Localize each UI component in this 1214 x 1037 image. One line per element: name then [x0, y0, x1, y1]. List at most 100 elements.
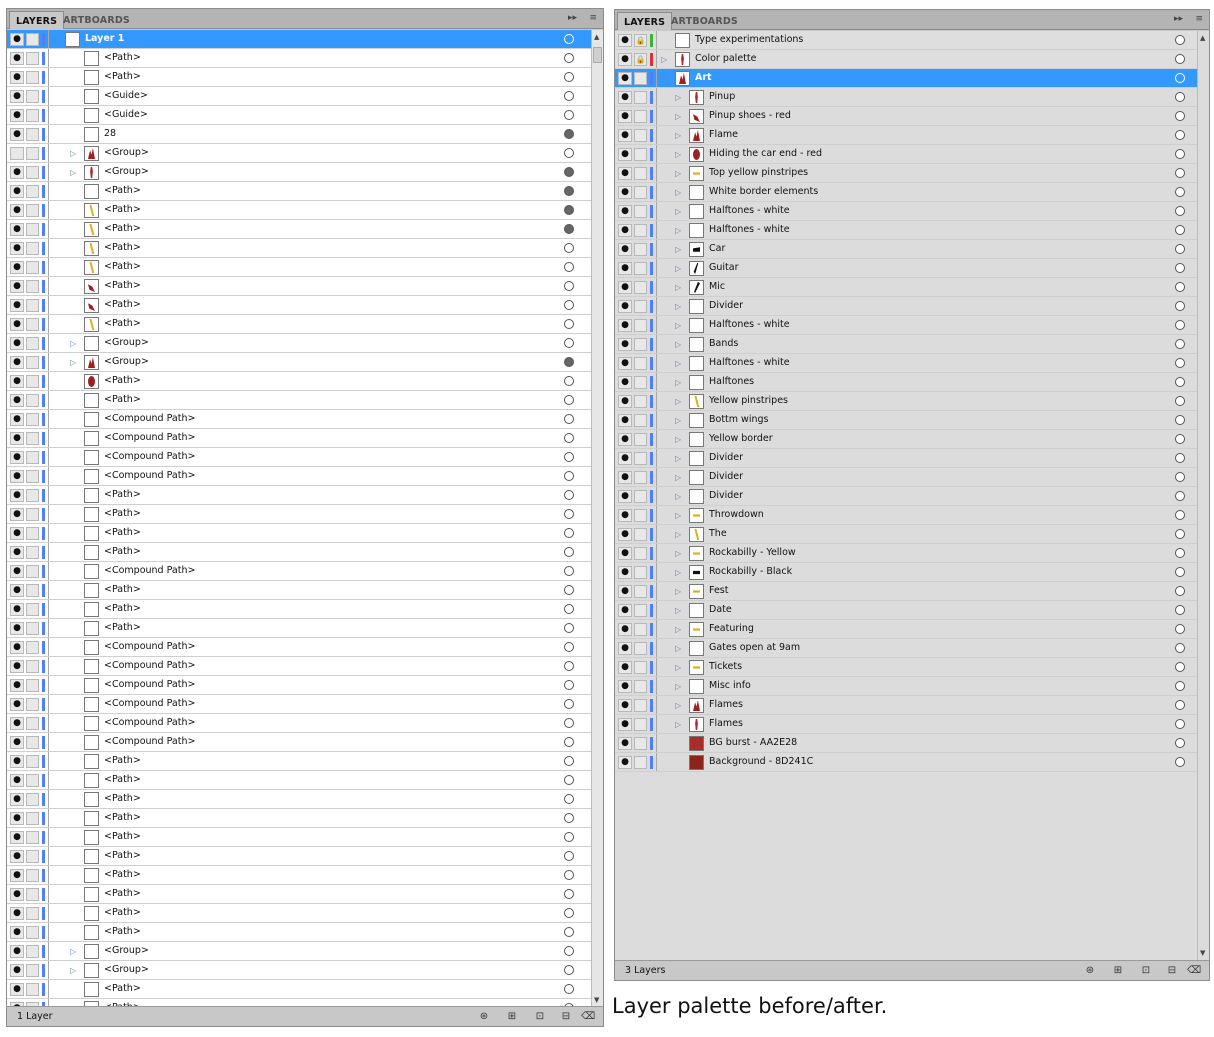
layer-name[interactable]: <Path> — [104, 394, 141, 405]
scroll-down-icon[interactable]: ▼ — [594, 996, 599, 1004]
sublayer-row[interactable]: ● BG burst - AA2E28 — [615, 734, 1197, 753]
sublayer-row[interactable]: ● ▷ Bands — [615, 335, 1197, 354]
lock-toggle[interactable] — [634, 395, 647, 408]
sublayer-row[interactable]: ● <Path> — [7, 543, 591, 562]
lock-toggle[interactable] — [634, 471, 647, 484]
disclosure-closed-icon[interactable]: ▷ — [675, 511, 681, 521]
layer-name[interactable]: <Path> — [104, 204, 141, 215]
target-circle-icon[interactable] — [1175, 187, 1185, 197]
disclosure-closed-icon[interactable]: ▷ — [675, 663, 681, 673]
lock-toggle[interactable] — [26, 394, 39, 407]
target-circle-icon[interactable] — [1175, 662, 1185, 672]
lock-toggle[interactable] — [26, 261, 39, 274]
eye-icon[interactable]: ● — [618, 338, 632, 351]
layer-name[interactable]: <Path> — [104, 774, 141, 785]
lock-toggle[interactable] — [26, 52, 39, 65]
sublayer-row[interactable]: ● <Path> — [7, 220, 591, 239]
eye-icon[interactable]: ● — [10, 432, 24, 445]
lock-toggle[interactable] — [634, 357, 647, 370]
eye-icon[interactable]: ● — [10, 736, 24, 749]
lock-toggle[interactable] — [26, 793, 39, 806]
visibility-toggle-off[interactable] — [10, 147, 24, 160]
target-circle-icon[interactable] — [564, 433, 574, 443]
target-circle-icon[interactable] — [564, 471, 574, 481]
disclosure-closed-icon[interactable]: ▷ — [675, 378, 681, 388]
target-circle-icon[interactable] — [564, 794, 574, 804]
target-circle-icon[interactable] — [564, 129, 574, 139]
lock-toggle[interactable] — [26, 679, 39, 692]
eye-icon[interactable]: ● — [618, 34, 632, 47]
eye-icon[interactable]: ● — [10, 90, 24, 103]
target-circle-icon[interactable] — [564, 186, 574, 196]
target-circle-icon[interactable] — [564, 984, 574, 994]
eye-icon[interactable]: ● — [10, 299, 24, 312]
sublayer-row[interactable]: ● ▷ Hiding the car end - red — [615, 145, 1197, 164]
target-circle-icon[interactable] — [1175, 415, 1185, 425]
eye-icon[interactable]: ● — [618, 357, 632, 370]
layer-name[interactable]: <Compound Path> — [104, 432, 195, 443]
target-circle-icon[interactable] — [1175, 757, 1185, 767]
lock-toggle[interactable] — [26, 147, 39, 160]
target-circle-icon[interactable] — [564, 642, 574, 652]
eye-icon[interactable]: ● — [618, 148, 632, 161]
layer-name[interactable]: <Compound Path> — [104, 679, 195, 690]
layer-name[interactable]: Background - 8D241C — [709, 756, 813, 767]
target-circle-icon[interactable] — [564, 699, 574, 709]
sublayer-row[interactable]: ● ▷ Divider — [615, 297, 1197, 316]
layer-name[interactable]: <Path> — [104, 299, 141, 310]
sublayer-row[interactable]: ● ▷ Featuring — [615, 620, 1197, 639]
disclosure-closed-icon[interactable]: ▷ — [675, 701, 681, 711]
layer-name[interactable]: <Path> — [104, 489, 141, 500]
sublayer-row[interactable]: ● <Path> — [7, 600, 591, 619]
sublayer-row[interactable]: ● <Compound Path> — [7, 695, 591, 714]
target-circle-icon[interactable] — [564, 566, 574, 576]
layer-name[interactable]: <Compound Path> — [104, 698, 195, 709]
sublayer-row[interactable]: ● ▷ <Group> — [7, 353, 591, 372]
scroll-up-icon[interactable]: ▲ — [1200, 34, 1205, 42]
target-circle-icon[interactable] — [1175, 149, 1185, 159]
layer-name[interactable]: <Path> — [104, 52, 141, 63]
target-circle-icon[interactable] — [564, 889, 574, 899]
sublayer-row[interactable]: ● ▷ Date — [615, 601, 1197, 620]
layer-name[interactable]: <Group> — [104, 964, 149, 975]
layer-name[interactable]: <Path> — [104, 755, 141, 766]
sublayer-row[interactable]: ● ▷ <Group> — [7, 942, 591, 961]
eye-icon[interactable]: ● — [10, 394, 24, 407]
sublayer-row[interactable]: ● ▷ <Group> — [7, 334, 591, 353]
sublayer-row[interactable]: ● Background - 8D241C — [615, 753, 1197, 772]
sublayer-row[interactable]: ● <Compound Path> — [7, 676, 591, 695]
eye-icon[interactable]: ● — [10, 52, 24, 65]
layer-name[interactable]: <Path> — [104, 261, 141, 272]
tab-layers[interactable]: LAYERS — [617, 12, 673, 30]
eye-icon[interactable]: ● — [618, 224, 632, 237]
layer-name[interactable]: <Compound Path> — [104, 717, 195, 728]
target-circle-icon[interactable] — [564, 91, 574, 101]
target-circle-icon[interactable] — [564, 262, 574, 272]
eye-icon[interactable]: ● — [10, 33, 24, 46]
tab-artboards[interactable]: ARTBOARDS — [57, 11, 136, 29]
sublayer-row[interactable]: ● ▷ Pinup — [615, 88, 1197, 107]
sublayer-row[interactable]: ● <Path> — [7, 68, 591, 87]
sublayer-row[interactable]: ● <Path> — [7, 258, 591, 277]
sublayer-row[interactable]: ● ▷ Flames — [615, 696, 1197, 715]
sublayer-row[interactable]: ● <Path> — [7, 315, 591, 334]
lock-toggle[interactable] — [26, 812, 39, 825]
lock-toggle[interactable] — [26, 546, 39, 559]
eye-icon[interactable]: ● — [618, 110, 632, 123]
target-circle-icon[interactable] — [1175, 263, 1185, 273]
lock-toggle[interactable] — [26, 926, 39, 939]
tab-artboards[interactable]: ARTBOARDS — [665, 12, 744, 30]
eye-icon[interactable]: ● — [618, 319, 632, 332]
lock-toggle[interactable] — [634, 414, 647, 427]
layer-name[interactable]: <Compound Path> — [104, 470, 195, 481]
lock-toggle[interactable] — [634, 585, 647, 598]
disclosure-closed-icon[interactable]: ▷ — [675, 587, 681, 597]
layer-name[interactable]: Color palette — [695, 53, 756, 64]
lock-toggle[interactable] — [26, 736, 39, 749]
new-layer-icon[interactable]: ⊟ — [559, 1010, 573, 1023]
lock-toggle[interactable] — [26, 888, 39, 901]
lock-toggle[interactable] — [26, 508, 39, 521]
lock-toggle[interactable] — [26, 983, 39, 996]
lock-toggle[interactable] — [634, 243, 647, 256]
layer-name[interactable]: Halftones — [709, 376, 754, 387]
